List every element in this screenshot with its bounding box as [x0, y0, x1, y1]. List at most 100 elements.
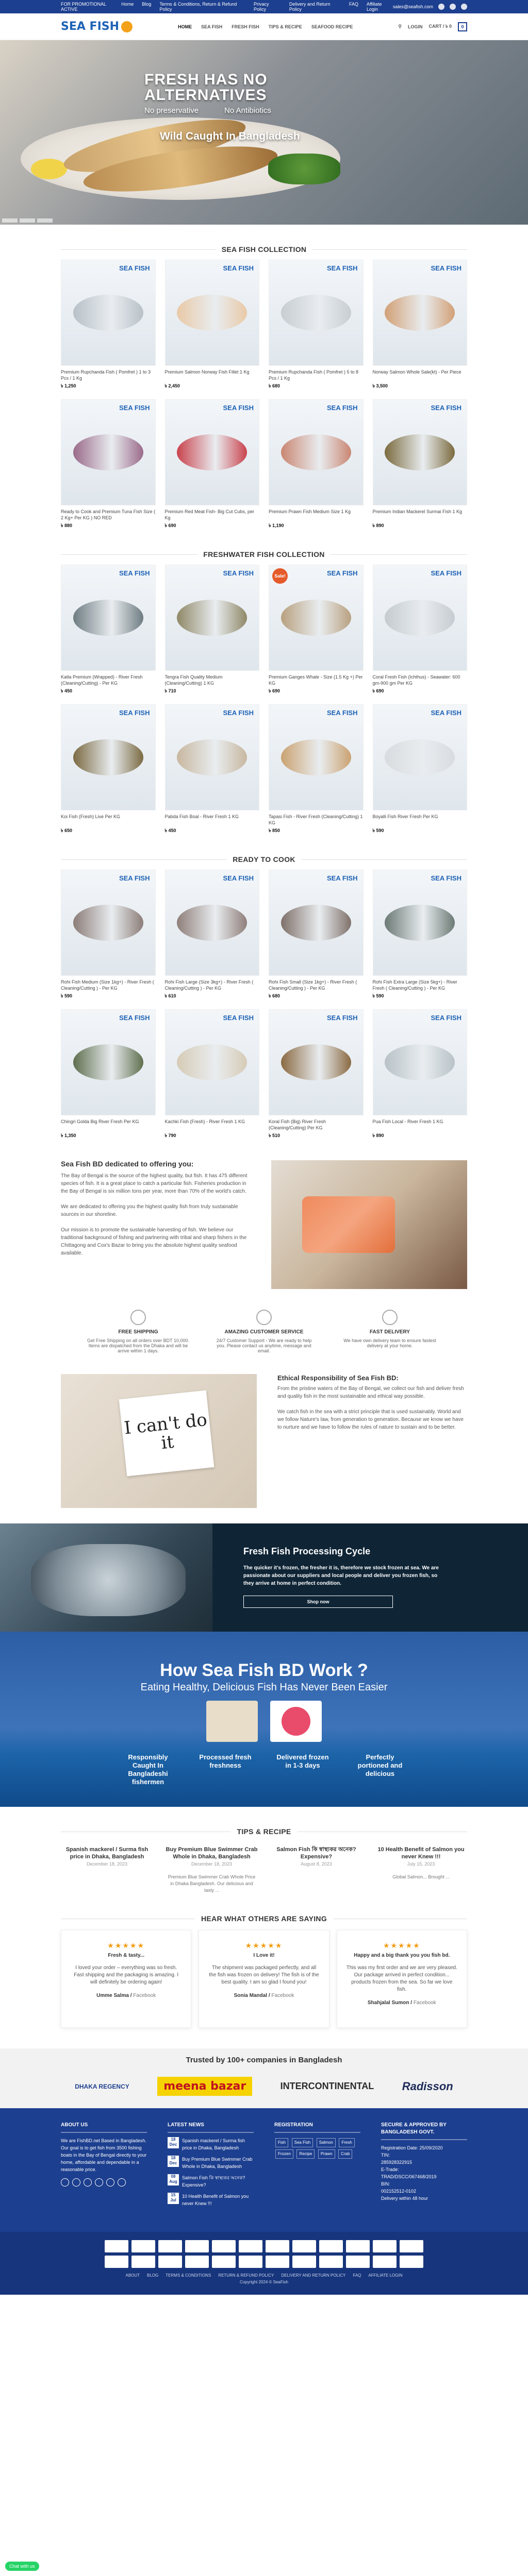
nav-fresh-fish[interactable]: FRESH FISH: [232, 24, 259, 29]
cart-link[interactable]: CART / ৳ 0: [428, 23, 452, 30]
news-item[interactable]: 18 Dec Spanish mackerel / Surma fish pric…: [168, 2137, 254, 2151]
youtube-icon[interactable]: [461, 4, 467, 10]
product-image[interactable]: SEA FISH: [164, 260, 259, 366]
product-image[interactable]: SEA FISH: [61, 399, 156, 505]
tip-title[interactable]: 10 Health Benefit of Salmon you never Kn…: [375, 1846, 467, 1860]
nav-sea-fish[interactable]: SEA FISH: [201, 24, 222, 29]
top-link[interactable]: Affiliate Login: [367, 2, 393, 12]
product-card[interactable]: SEA FISH Coral Fresh Fish (Ichthus) - Sea…: [372, 565, 468, 695]
product-name[interactable]: Norway Salmon Whole Sale(kt) - Per Piece: [373, 369, 468, 381]
product-card[interactable]: SEA FISH Ready to Cook and Premium Tuna F…: [61, 399, 156, 530]
news-title[interactable]: Buy Premium Blue Swimmer Crab Whole in D…: [182, 2156, 254, 2170]
product-image[interactable]: SEA FISH: [372, 565, 467, 671]
product-card[interactable]: SEA FISH Tengra Fish Quality Medium (Clea…: [164, 565, 260, 695]
tip-post[interactable]: Salmon Fish কি স্বাস্থ্যকর অনেক? Expensi…: [270, 1846, 362, 1894]
bottom-link[interactable]: RETURN & REFUND POLICY: [218, 2273, 274, 2278]
tag[interactable]: Fresh: [339, 2138, 355, 2147]
product-name[interactable]: Boyalli Fish River Fresh Per KG: [373, 814, 468, 826]
bottom-link[interactable]: FAQ: [353, 2273, 361, 2278]
top-link[interactable]: Terms & Conditions, Return & Refund Poli…: [159, 2, 245, 12]
product-card[interactable]: SEA FISH Kachki Fish (Fresh) - River Fres…: [164, 1009, 260, 1140]
product-card[interactable]: SEA FISH Tapasi Fish - River Fresh (Clean…: [269, 704, 364, 835]
product-image[interactable]: SEA FISH: [61, 565, 156, 671]
pinterest-icon[interactable]: [106, 2178, 114, 2187]
tip-title[interactable]: Salmon Fish কি স্বাস্থ্যকর অনেক? Expensi…: [270, 1846, 362, 1860]
product-image[interactable]: SEA FISH: [372, 704, 467, 810]
product-name[interactable]: Premium Rupchanda Fish ( Pomfret ) 5 to …: [269, 369, 364, 381]
news-title[interactable]: Spanish mackerel / Surma fish price in D…: [182, 2137, 254, 2151]
tag[interactable]: Frozen: [275, 2149, 293, 2159]
news-item[interactable]: 08 Aug Salmon Fish কি স্বাস্থ্যকর অনেক? E…: [168, 2174, 254, 2189]
slider-dot[interactable]: [37, 218, 53, 223]
product-card[interactable]: SEA FISH Boyalli Fish River Fresh Per KG ৳…: [372, 704, 468, 835]
product-image[interactable]: SEA FISH: [61, 1009, 156, 1115]
nav-home[interactable]: HOME: [178, 24, 192, 29]
email-icon[interactable]: [95, 2178, 103, 2187]
facebook-icon[interactable]: [438, 4, 444, 10]
product-name[interactable]: Rohi Fish Medium (Size 1kg+) - River Fre…: [61, 979, 156, 991]
product-card[interactable]: SEA FISH Rohi Fish Medium (Size 1kg+) - R…: [61, 870, 156, 1000]
nav-seafood-recipe[interactable]: SEAFOOD RECIPE: [311, 24, 353, 29]
email-link[interactable]: sales@seafish.com: [393, 4, 433, 9]
product-card[interactable]: SEA FISH Premium Rupchanda Fish ( Pomfret…: [61, 260, 156, 390]
product-name[interactable]: Rohi Fish Small (Size 1kg+) - River Fres…: [269, 979, 364, 991]
product-image[interactable]: SEA FISH: [372, 1009, 467, 1115]
tag[interactable]: Sea Fish: [291, 2138, 314, 2147]
product-name[interactable]: Premium Indian Mackerel Surmai Fish 1 Kg: [373, 509, 468, 521]
slider-dot[interactable]: [20, 218, 35, 223]
news-item[interactable]: 15 Jul 10 Health Benefit of Salmon you ne…: [168, 2193, 254, 2207]
site-logo[interactable]: SEA FISH: [61, 20, 133, 33]
whatsapp-chat-button[interactable]: Chat with us: [5, 2562, 39, 2571]
shop-now-button[interactable]: Shop now: [243, 1596, 393, 1608]
product-image[interactable]: SEA FISH: [164, 1009, 259, 1115]
product-name[interactable]: Rohi Fish Extra Large (Size 5kg+) - Rive…: [373, 979, 468, 991]
product-image[interactable]: SEA FISH: [372, 870, 467, 976]
product-image[interactable]: SEA FISH: [269, 870, 364, 976]
product-image[interactable]: SEA FISH: [269, 704, 364, 810]
tip-title[interactable]: Buy Premium Blue Swimmer Crab Whole in D…: [166, 1846, 258, 1860]
top-link[interactable]: Blog: [142, 2, 151, 12]
news-title[interactable]: 10 Health Benefit of Salmon you never Kn…: [182, 2193, 254, 2207]
product-image[interactable]: SEA FISH: [61, 704, 156, 810]
tip-post[interactable]: Buy Premium Blue Swimmer Crab Whole in D…: [166, 1846, 258, 1894]
product-name[interactable]: Premium Ganges Whale - Size (1.5 Kg +) P…: [269, 674, 364, 686]
product-image[interactable]: SEA FISH: [164, 399, 259, 505]
product-name[interactable]: Premium Red Meat Fish- Big Cut Cubs, per…: [165, 509, 260, 521]
product-card[interactable]: SEA FISH Chingri Golda Big River Fresh Pe…: [61, 1009, 156, 1140]
product-name[interactable]: Kachki Fish (Fresh) - River Fresh 1 KG: [165, 1118, 260, 1131]
product-card[interactable]: SEA FISH Premium Salmon Norway Fish Fille…: [164, 260, 260, 390]
search-icon[interactable]: ⚲: [398, 24, 402, 29]
tip-post[interactable]: 10 Health Benefit of Salmon you never Kn…: [375, 1846, 467, 1894]
product-card[interactable]: SEA FISH Koi Fish (Fresh) Live Per KG ৳ 65…: [61, 704, 156, 835]
bottom-link[interactable]: ABOUT: [125, 2273, 140, 2278]
product-card[interactable]: SEA FISH Rohi Fish Extra Large (Size 5kg+…: [372, 870, 468, 1000]
tag[interactable]: Crab: [338, 2149, 353, 2159]
product-name[interactable]: Premium Prawn Fish Medium Size 1 Kg: [269, 509, 364, 521]
product-name[interactable]: Koi Fish (Fresh) Live Per KG: [61, 814, 156, 826]
product-name[interactable]: Chingri Golda Big River Fresh Per KG: [61, 1118, 156, 1131]
tip-title[interactable]: Spanish mackerel / Surma fish price in D…: [61, 1846, 153, 1860]
product-name[interactable]: Rohi Fish Large (Size 3kg+) - River Fres…: [165, 979, 260, 991]
top-link[interactable]: FAQ: [349, 2, 358, 12]
bottom-link[interactable]: BLOG: [147, 2273, 158, 2278]
bottom-link[interactable]: TERMS & CONDITIONS: [166, 2273, 211, 2278]
product-name[interactable]: Coral Fresh Fish (Ichthus) - Seawater: 6…: [373, 674, 468, 686]
product-name[interactable]: Premium Salmon Norway Fish Fillet 1 Kg: [165, 369, 260, 381]
slider-dots[interactable]: [0, 216, 55, 225]
product-name[interactable]: Katla Premium (Wrapped) - River Fresh (C…: [61, 674, 156, 686]
news-item[interactable]: 18 Dec Buy Premium Blue Swimmer Crab Whol…: [168, 2156, 254, 2170]
product-name[interactable]: Tengra Fish Quality Medium (Cleaning/Cut…: [165, 674, 260, 686]
product-card[interactable]: SEA FISH Pabda Fish Boal - River Fresh 1 …: [164, 704, 260, 835]
top-link[interactable]: Delivery and Return Policy: [289, 2, 341, 12]
product-name[interactable]: Pabda Fish Boal - River Fresh 1 KG: [165, 814, 260, 826]
product-image[interactable]: SEA FISH: [61, 870, 156, 976]
product-image[interactable]: SEA FISH: [269, 260, 364, 366]
youtube-icon[interactable]: [118, 2178, 126, 2187]
product-image[interactable]: SEA FISH Sale!: [269, 565, 364, 671]
product-card[interactable]: SEA FISH Rohi Fish Small (Size 1kg+) - Ri…: [269, 870, 364, 1000]
product-card[interactable]: SEA FISH Premium Indian Mackerel Surmai F…: [372, 399, 468, 530]
product-image[interactable]: SEA FISH: [61, 260, 156, 366]
tip-post[interactable]: Spanish mackerel / Surma fish price in D…: [61, 1846, 153, 1894]
product-image[interactable]: SEA FISH: [164, 704, 259, 810]
facebook-icon[interactable]: [61, 2178, 69, 2187]
